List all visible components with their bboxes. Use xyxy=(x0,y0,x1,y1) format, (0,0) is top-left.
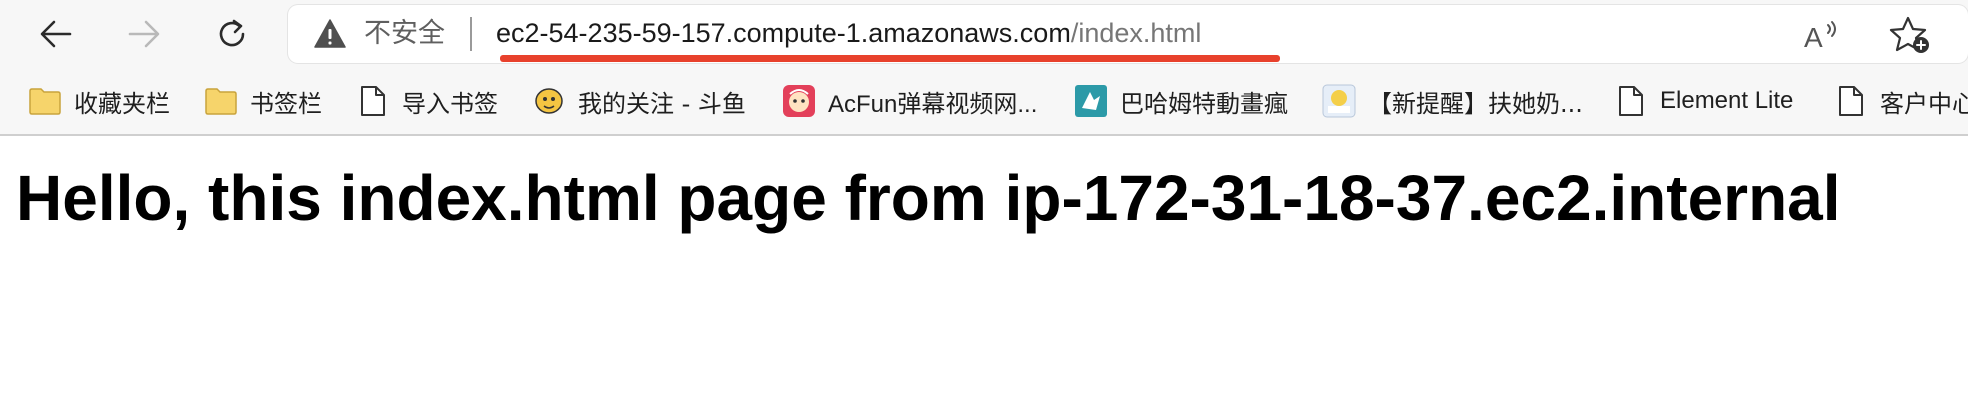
page-content: Hello, this index.html page from ip-172-… xyxy=(16,158,1956,238)
bookmark-label: 巴哈姆特動畫瘋 xyxy=(1120,89,1288,118)
back-button[interactable] xyxy=(32,10,80,58)
bookmark-new-reminder[interactable]: 【新提醒】扶她奶... xyxy=(1322,68,1583,134)
folder-icon xyxy=(28,84,62,118)
bookmark-douyu-following[interactable]: 我的关注 - 斗鱼 xyxy=(532,68,746,134)
page-icon xyxy=(356,84,390,118)
bookmark-bahamut-anime[interactable]: 巴哈姆特動畫瘋 xyxy=(1074,68,1288,134)
page-icon xyxy=(1614,84,1648,118)
bookmark-label: 我的关注 - 斗鱼 xyxy=(578,89,746,118)
bookmark-acfun[interactable]: AcFun弹幕视频网... xyxy=(782,68,1037,134)
address-bar[interactable]: 不安全 ec2-54-235-59-157.compute-1.amazonaw… xyxy=(288,5,1968,63)
bahamut-icon xyxy=(1074,84,1108,118)
arrow-right-icon xyxy=(128,20,160,48)
address-separator xyxy=(470,17,472,51)
reload-button[interactable] xyxy=(208,10,256,58)
reload-icon xyxy=(219,19,245,47)
bookmark-bookmarks-bar-folder[interactable]: 书签栏 xyxy=(204,68,322,134)
bookmark-label: AcFun弹幕视频网... xyxy=(828,90,1038,118)
add-favorite-star-icon[interactable] xyxy=(1888,15,1932,55)
acfun-icon xyxy=(782,84,816,118)
bookmark-label: 【新提醒】扶她奶... xyxy=(1368,89,1583,118)
url-text[interactable]: ec2-54-235-59-157.compute-1.amazonaws.co… xyxy=(496,16,1201,50)
arrow-left-icon xyxy=(40,20,72,48)
bookmark-import-bookmarks[interactable]: 导入书签 xyxy=(356,68,498,134)
douyu-icon xyxy=(532,84,566,118)
url-path: /index.html xyxy=(1070,18,1202,48)
svg-text:A: A xyxy=(1804,22,1823,53)
bookmark-label: 导入书签 xyxy=(402,89,498,118)
browser-toolbar: 不安全 ec2-54-235-59-157.compute-1.amazonaw… xyxy=(0,0,1968,68)
bookmarks-bar: 收藏夹栏 书签栏 导入书签 我的关注 - 斗鱼 AcFun弹幕视频网... 巴哈… xyxy=(0,68,1968,136)
bookmark-label: 收藏夹栏 xyxy=(74,89,170,118)
page-icon xyxy=(1834,84,1868,118)
bookmark-element-lite[interactable]: Element Lite xyxy=(1614,68,1793,134)
security-status-label[interactable]: 不安全 xyxy=(364,18,445,50)
image-thumbnail-icon xyxy=(1322,84,1356,118)
read-aloud-icon[interactable]: A xyxy=(1802,17,1842,53)
bookmark-label: Element Lite xyxy=(1660,87,1794,114)
bookmark-label: 书签栏 xyxy=(250,89,322,118)
bookmark-favorites-bar-folder[interactable]: 收藏夹栏 xyxy=(28,68,170,134)
url-highlight-underline xyxy=(500,55,1280,62)
page-heading: Hello, this index.html page from ip-172-… xyxy=(16,162,1841,234)
bookmark-label: 客户中心 xyxy=(1880,89,1968,118)
forward-button[interactable] xyxy=(120,10,168,58)
bookmark-customer-center[interactable]: 客户中心 xyxy=(1834,68,1968,134)
warning-triangle-icon[interactable] xyxy=(314,18,346,50)
folder-icon xyxy=(204,84,238,118)
url-host: ec2-54-235-59-157.compute-1.amazonaws.co… xyxy=(496,18,1071,48)
